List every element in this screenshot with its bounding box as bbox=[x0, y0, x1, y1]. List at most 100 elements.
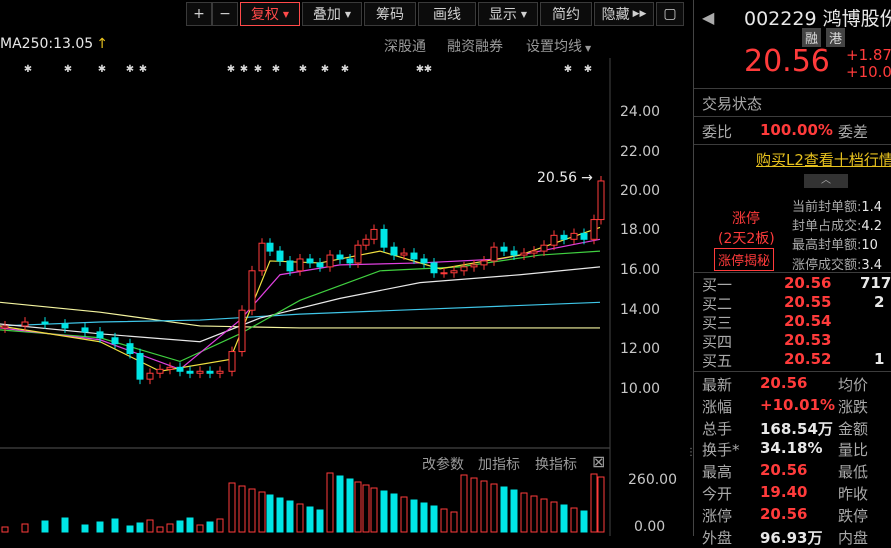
ma60-line bbox=[0, 266, 601, 343]
kline-chart[interactable]: ✱ ✱ ✱ ✱ ✱ ✱ ✱ ✱ ✱ ✱ ✱ ✱ ✱ ✱ ✱ ✱ bbox=[0, 0, 690, 536]
candle-body bbox=[166, 366, 174, 370]
event-marker-icon[interactable]: ✱ bbox=[341, 64, 349, 75]
volume-bar bbox=[550, 501, 558, 533]
candle-body bbox=[400, 252, 408, 256]
candle-body bbox=[430, 262, 438, 274]
event-marker-icon[interactable]: ✱ bbox=[272, 64, 280, 75]
volume-bar bbox=[540, 498, 548, 533]
quote-value: 96.93万 bbox=[760, 528, 823, 547]
y-tick-22: 22.00 bbox=[620, 144, 661, 160]
volume-bar bbox=[490, 483, 498, 533]
event-marker-icon[interactable]: ✱ bbox=[254, 64, 262, 75]
volume-bar bbox=[136, 522, 144, 533]
event-marker-icon[interactable]: ✱ bbox=[139, 64, 147, 75]
event-marker-icon[interactable]: ✱ bbox=[126, 64, 134, 75]
candle-body bbox=[306, 258, 314, 264]
switch-indicator-link[interactable]: 换指标 bbox=[535, 454, 577, 474]
current-price: 20.56 bbox=[744, 44, 830, 79]
collapse-left-icon[interactable]: ◀ bbox=[702, 8, 714, 27]
quote-value: 168.54万 bbox=[760, 419, 833, 438]
bid-vol-1: 717 bbox=[860, 274, 891, 292]
bid-price-1: 20.56 bbox=[784, 274, 832, 292]
volume-bar bbox=[390, 493, 398, 533]
volume-bar bbox=[450, 511, 458, 533]
trade-status-link[interactable]: 交易状态 bbox=[702, 93, 762, 114]
weicha-label: 委差 bbox=[838, 123, 869, 141]
candle-body bbox=[490, 246, 498, 262]
vol-tick-top: 260.00 bbox=[628, 472, 677, 488]
stock-title: 002229 鸿博股份 bbox=[744, 4, 891, 31]
candle-body bbox=[450, 270, 458, 274]
volume-bar bbox=[126, 525, 134, 533]
event-marker-icon[interactable]: ✱ bbox=[564, 64, 572, 75]
event-marker-icon[interactable]: ✱ bbox=[424, 64, 432, 75]
volume-bar bbox=[228, 482, 236, 533]
candle-body bbox=[206, 370, 214, 374]
volume-bar bbox=[206, 521, 214, 533]
volume-bar bbox=[176, 520, 184, 533]
quote-label: 涨停 bbox=[702, 506, 733, 525]
volume-bar bbox=[166, 523, 174, 533]
quote-label-2: 量比 bbox=[838, 441, 869, 460]
volume-bar bbox=[336, 475, 344, 533]
bid-label-3: 买三 bbox=[702, 314, 733, 332]
quote-label-2: 金额 bbox=[838, 419, 869, 438]
event-marker-icon[interactable]: ✱ bbox=[64, 64, 72, 75]
quote-value: 20.56 bbox=[760, 504, 808, 523]
volume-bar bbox=[266, 494, 274, 533]
event-marker-icon[interactable]: ✱ bbox=[24, 64, 32, 75]
edit-params-link[interactable]: 改参数 bbox=[422, 454, 464, 474]
volume-bar bbox=[186, 517, 194, 533]
quote-label-2: 涨跌 bbox=[838, 397, 869, 416]
event-marker-icon[interactable]: ✱ bbox=[98, 64, 106, 75]
candle-body bbox=[176, 366, 184, 372]
volume-bar bbox=[510, 489, 518, 533]
volume-bar bbox=[590, 473, 598, 533]
event-marker-icon[interactable]: ✱ bbox=[584, 64, 592, 75]
candle-body bbox=[590, 219, 598, 240]
bid-label-2: 买二 bbox=[702, 295, 733, 313]
add-indicator-link[interactable]: 加指标 bbox=[478, 454, 520, 474]
volume-bar bbox=[306, 506, 314, 533]
bid-price-3: 20.54 bbox=[784, 312, 832, 330]
volume-bar bbox=[570, 507, 578, 533]
bid-label-5: 买五 bbox=[702, 352, 733, 370]
volume-bar bbox=[480, 480, 488, 533]
quote-label-2: 均价 bbox=[838, 376, 869, 394]
latest-price-marker: 20.56 → bbox=[537, 170, 593, 186]
quote-label: 总手 bbox=[702, 419, 733, 438]
ma10-line bbox=[0, 226, 601, 372]
quote-value: 20.56 bbox=[760, 374, 808, 392]
candle-body bbox=[380, 228, 388, 248]
event-marker-icon[interactable]: ✱ bbox=[227, 64, 235, 75]
event-marker-icon[interactable]: ✱ bbox=[240, 64, 248, 75]
buy-l2-link[interactable]: 购买L2查看十档行情 bbox=[756, 149, 891, 170]
candle-body bbox=[61, 323, 69, 329]
candle-body bbox=[316, 262, 324, 268]
volume-bar bbox=[111, 518, 119, 533]
collapse-up-icon[interactable]: ︿ bbox=[804, 174, 848, 188]
volume-bar bbox=[597, 476, 605, 533]
event-marker-icon[interactable]: ✱ bbox=[299, 64, 307, 75]
event-marker-icon[interactable]: ✱ bbox=[321, 64, 329, 75]
quote-label: 最高 bbox=[702, 463, 733, 482]
stat-value: 10 bbox=[861, 238, 878, 253]
bid-vol-5: 1 bbox=[874, 350, 885, 368]
stat-label: 当前封单额: bbox=[792, 200, 862, 215]
volume-bar bbox=[520, 492, 528, 533]
limit-up-days: (2天2板) bbox=[718, 231, 775, 247]
limit-stat-4: 涨停成交额:3.4 bbox=[792, 254, 882, 273]
volume-bar bbox=[326, 472, 334, 533]
y-tick-24: 24.00 bbox=[620, 104, 661, 120]
volume-bar bbox=[354, 481, 362, 533]
volume-bar bbox=[346, 478, 354, 533]
quote-label: 换手* bbox=[702, 441, 740, 460]
y-tick-12: 12.00 bbox=[620, 341, 661, 357]
bid-price-4: 20.53 bbox=[784, 331, 832, 349]
limit-reveal-button[interactable]: 涨停揭秘 bbox=[714, 248, 775, 271]
candle-body bbox=[500, 246, 508, 252]
stat-label: 最高封单额: bbox=[792, 238, 862, 253]
ma120-line bbox=[0, 301, 601, 327]
close-icon[interactable]: ⊠ bbox=[592, 452, 605, 471]
candle-body bbox=[520, 252, 528, 256]
